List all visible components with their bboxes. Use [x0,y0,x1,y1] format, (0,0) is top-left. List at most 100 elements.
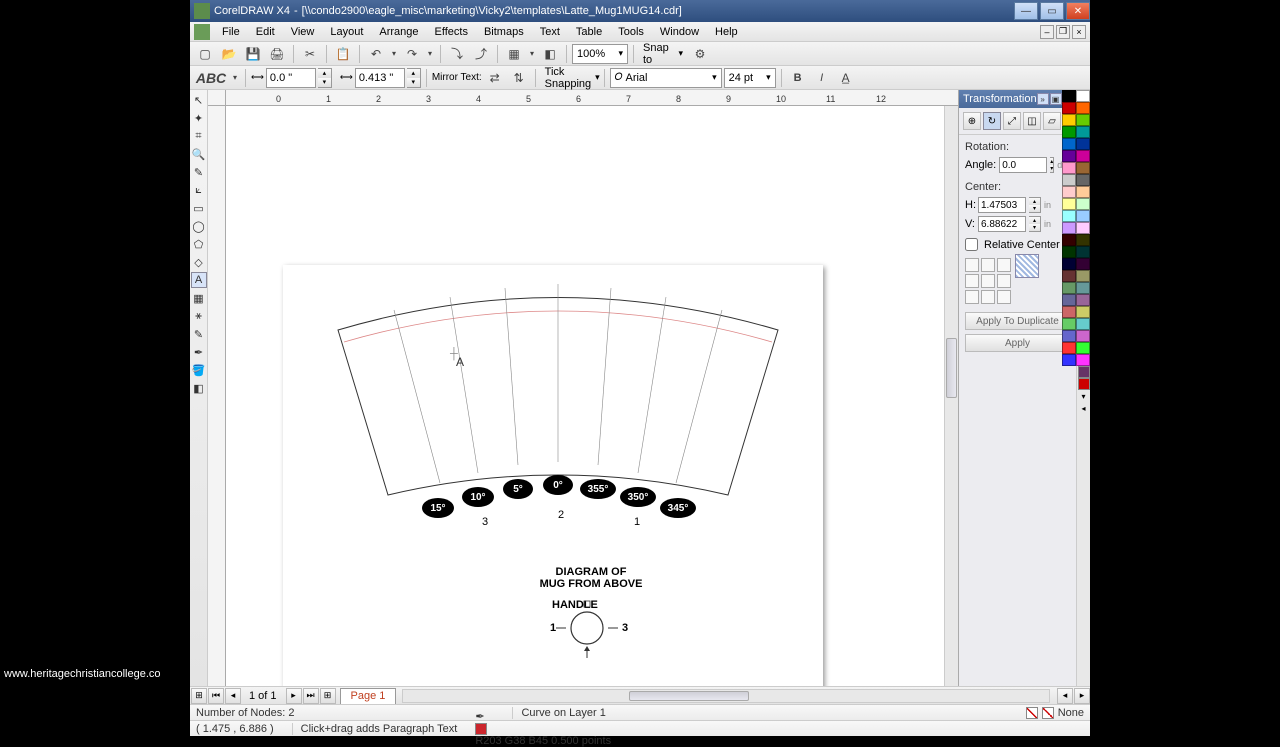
menu-help[interactable]: Help [707,26,746,38]
ext-swatch[interactable] [1062,114,1076,126]
paste-icon[interactable]: 📋 [332,44,354,64]
ext-swatch[interactable] [1076,114,1090,126]
fill-tool-icon[interactable]: 🪣 [191,362,207,378]
ext-swatch[interactable] [1062,126,1076,138]
ext-swatch[interactable] [1076,210,1090,222]
ext-swatch[interactable] [1076,186,1090,198]
ext-swatch[interactable] [1076,234,1090,246]
scrollbar-thumb[interactable] [946,338,957,398]
rectangle-tool-icon[interactable]: ▭ [191,200,207,216]
preset-drop[interactable]: ▾ [230,68,240,88]
ext-swatch[interactable] [1062,258,1076,270]
shape-tool-icon[interactable]: ✦ [191,110,207,126]
horizontal-scrollbar[interactable] [402,689,1050,703]
ext-swatch[interactable] [1062,270,1076,282]
char-format-icon[interactable]: A̲ [835,68,857,88]
ext-swatch[interactable] [1076,198,1090,210]
ext-swatch[interactable] [1076,354,1090,366]
ext-swatch[interactable] [1062,150,1076,162]
ext-swatch[interactable] [1076,222,1090,234]
new-icon[interactable]: ▢ [194,44,216,64]
ext-swatch[interactable] [1062,210,1076,222]
export-icon[interactable]: ⤴ [470,44,492,64]
eyedropper-tool-icon[interactable]: ✎ [191,326,207,342]
doc-close[interactable]: × [1072,25,1086,39]
import-icon[interactable]: ⤵ [446,44,468,64]
doc-restore[interactable]: ❐ [1056,25,1070,39]
center-v-input[interactable] [978,216,1026,232]
undo-icon[interactable]: ↶ [365,44,387,64]
center-v-spin[interactable]: ▴▾ [1029,216,1041,232]
last-page-icon[interactable]: ⏭ [303,688,319,704]
add-page-icon[interactable]: ⊞ [191,688,207,704]
add-page-after-icon[interactable]: ⊞ [320,688,336,704]
pick-tool-icon[interactable]: ↖ [191,92,207,108]
ext-swatch[interactable] [1076,306,1090,318]
maximize-button[interactable]: ▭ [1040,2,1064,20]
redo-icon[interactable]: ↷ [401,44,423,64]
ext-swatch[interactable] [1062,90,1076,102]
ext-swatch[interactable] [1076,150,1090,162]
ext-swatch[interactable] [1062,330,1076,342]
canvas-area[interactable]: 0 1 2 3 4 5 6 7 8 9 10 11 12 inches [208,90,1090,686]
doc-minimize[interactable]: – [1040,25,1054,39]
menu-tools[interactable]: Tools [610,26,652,38]
font-combo[interactable]: 𝑂Arial▾ [610,68,722,88]
vertical-scrollbar[interactable] [944,106,958,686]
ext-swatch[interactable] [1076,174,1090,186]
launch-icon[interactable]: ▦ [503,44,525,64]
basic-shapes-icon[interactable]: ◇ [191,254,207,270]
menu-effects[interactable]: Effects [427,26,476,38]
ext-swatch[interactable] [1062,138,1076,150]
vertical-ruler[interactable] [208,106,226,686]
undo-drop-icon[interactable]: ▾ [389,44,399,64]
ext-swatch[interactable] [1076,102,1090,114]
print-icon[interactable]: 🖨 [266,44,288,64]
launch-drop-icon[interactable]: ▾ [527,44,537,64]
text-tool-icon[interactable]: A [191,272,207,288]
ext-swatch[interactable] [1062,174,1076,186]
ext-swatch[interactable] [1076,270,1090,282]
text-on-path-icon[interactable]: ABC [194,68,228,88]
options-icon[interactable]: ⚙ [689,44,711,64]
y-offset-spin[interactable]: ▴▾ [407,68,421,88]
ext-swatch[interactable] [1076,294,1090,306]
menu-window[interactable]: Window [652,26,707,38]
docker-title[interactable]: Transformation » ▣ × [959,90,1076,108]
freehand-tool-icon[interactable]: ✎ [191,164,207,180]
ext-swatch[interactable] [1076,246,1090,258]
y-offset-input[interactable]: 0.413 " [355,68,405,88]
ext-swatch[interactable] [1062,342,1076,354]
ext-swatch[interactable] [1062,162,1076,174]
center-h-spin[interactable]: ▴▾ [1029,197,1041,213]
ext-swatch[interactable] [1076,258,1090,270]
zoom-combo[interactable]: 100%▾ [572,44,628,64]
ellipse-tool-icon[interactable]: ◯ [191,218,207,234]
angle-input[interactable] [999,157,1047,173]
ext-swatch[interactable] [1076,138,1090,150]
ext-swatch[interactable] [1062,318,1076,330]
ext-swatch[interactable] [1062,234,1076,246]
docker-menu-icon[interactable]: » [1037,93,1049,105]
relative-center-checkbox[interactable] [965,238,978,251]
ext-swatch[interactable] [1076,342,1090,354]
position-tab-icon[interactable]: ⊕ [963,112,981,130]
size-tab-icon[interactable]: ◫ [1023,112,1041,130]
ext-swatch[interactable] [1062,354,1076,366]
menu-layout[interactable]: Layout [322,26,371,38]
ext-swatch[interactable] [1062,222,1076,234]
ext-swatch[interactable] [1076,90,1090,102]
ruler-origin[interactable] [208,90,226,106]
menu-text[interactable]: Text [532,26,568,38]
center-h-input[interactable] [978,197,1026,213]
open-icon[interactable]: 📂 [218,44,240,64]
interactive-tool-icon[interactable]: ⚹ [191,308,207,324]
ext-swatch[interactable] [1076,282,1090,294]
first-page-icon[interactable]: ⏮ [208,688,224,704]
menu-file[interactable]: File [214,26,248,38]
interactive-fill-icon[interactable]: ◧ [191,380,207,396]
minimize-button[interactable]: — [1014,2,1038,20]
ext-swatch[interactable] [1062,246,1076,258]
cut-icon[interactable]: ✂ [299,44,321,64]
menu-edit[interactable]: Edit [248,26,283,38]
